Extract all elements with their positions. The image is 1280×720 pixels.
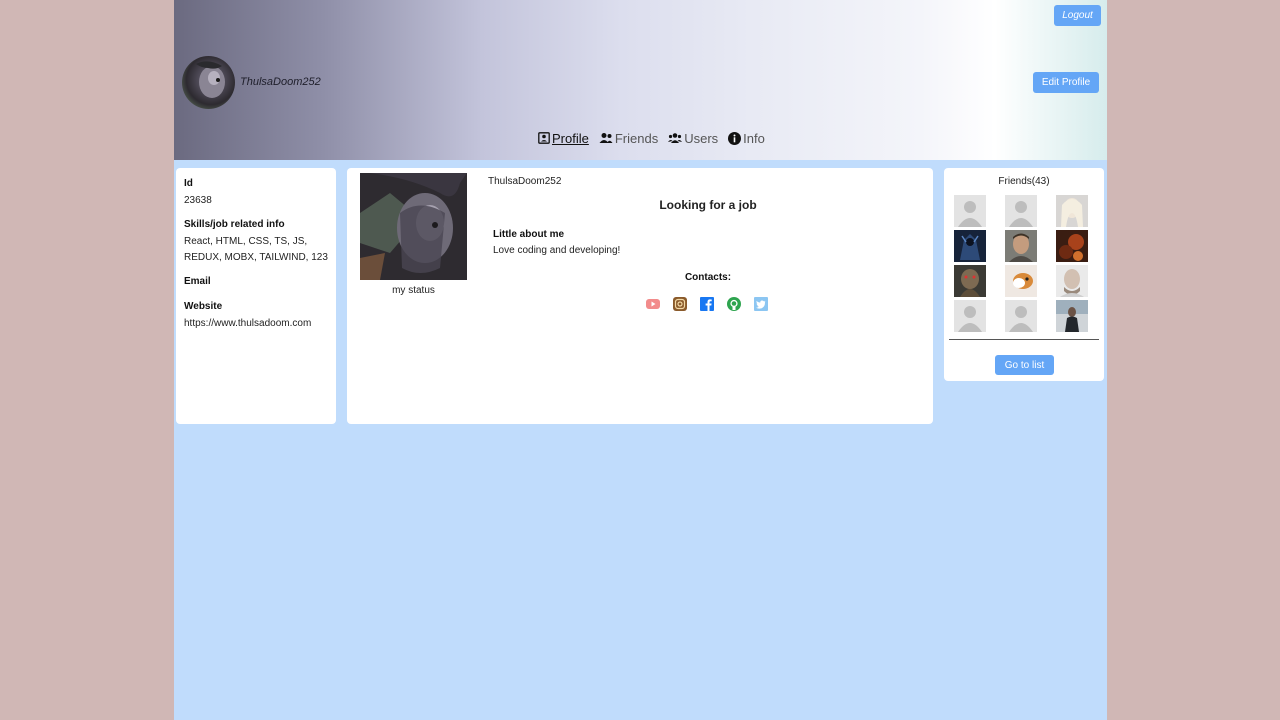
profile-card-icon <box>538 132 550 144</box>
website-label: Website <box>184 301 223 312</box>
job-status: Looking for a job <box>659 198 757 212</box>
instagram-icon[interactable] <box>673 297 687 311</box>
friend-avatar[interactable] <box>1056 195 1088 227</box>
friend-avatar-placeholder[interactable] <box>1005 300 1037 332</box>
skills-value: React, HTML, CSS, TS, JS, REDUX, MOBX, T… <box>184 236 328 263</box>
friend-avatar[interactable] <box>1056 265 1088 297</box>
contacts-label: Contacts: <box>684 272 732 283</box>
header-username: ThulsaDoom252 <box>240 76 321 88</box>
friend-avatar-placeholder[interactable] <box>954 195 986 227</box>
tab-friends-label: Friends <box>614 130 659 146</box>
friend-avatar[interactable] <box>1005 265 1037 297</box>
logout-button[interactable]: Logout <box>1054 5 1101 26</box>
website-value[interactable]: https://www.thulsadoom.com <box>184 316 328 332</box>
friends-icon <box>599 133 613 143</box>
divider <box>949 339 1099 340</box>
tab-info[interactable]: Info <box>728 131 765 146</box>
app-container: Logout Edit Profile ThulsaDoom252 Profil… <box>174 0 1107 720</box>
tab-users[interactable]: Users <box>668 131 718 146</box>
edit-profile-button[interactable]: Edit Profile <box>1033 72 1099 93</box>
about-text: Love coding and developing! <box>493 245 621 256</box>
main-nav: Profile Friends Users Info <box>538 129 765 147</box>
friends-grid <box>954 195 1094 332</box>
about-label: Little about me <box>493 229 565 240</box>
users-icon <box>668 133 683 143</box>
tab-users-label: Users <box>684 130 719 146</box>
friends-title: Friends(43) <box>998 176 1050 187</box>
contacts-list <box>646 297 768 311</box>
friend-avatar[interactable] <box>1056 230 1088 262</box>
tab-profile[interactable]: Profile <box>538 131 589 146</box>
profile-photo[interactable] <box>360 173 467 280</box>
skills-label: Skills/job related info <box>184 219 285 230</box>
id-value: 23638 <box>184 195 212 206</box>
profile-header: Logout Edit Profile ThulsaDoom252 Profil… <box>174 0 1107 160</box>
github-icon[interactable] <box>727 297 741 311</box>
tab-friends[interactable]: Friends <box>599 131 658 146</box>
profile-username: ThulsaDoom252 <box>488 176 562 187</box>
profile-info-panel: Id 23638 Skills/job related info React, … <box>176 168 336 424</box>
go-to-list-button[interactable]: Go to list <box>995 355 1054 375</box>
profile-main-panel: my status ThulsaDoom252 Looking for a jo… <box>347 168 933 424</box>
avatar <box>182 56 235 109</box>
tab-info-label: Info <box>743 130 765 146</box>
info-icon <box>728 131 742 145</box>
friend-avatar[interactable] <box>1056 300 1088 332</box>
friend-avatar[interactable] <box>954 230 986 262</box>
tab-profile-label: Profile <box>552 130 589 146</box>
status-caption[interactable]: my status <box>360 285 467 296</box>
friend-avatar[interactable] <box>1005 230 1037 262</box>
friend-avatar-placeholder[interactable] <box>954 300 986 332</box>
facebook-icon[interactable] <box>700 297 714 311</box>
friends-panel: Friends(43) Go to list <box>944 168 1104 381</box>
friend-avatar[interactable] <box>954 265 986 297</box>
friend-avatar-placeholder[interactable] <box>1005 195 1037 227</box>
youtube-icon[interactable] <box>646 297 660 311</box>
id-label: Id <box>184 178 193 189</box>
twitter-icon[interactable] <box>754 297 768 311</box>
email-label: Email <box>184 276 211 287</box>
